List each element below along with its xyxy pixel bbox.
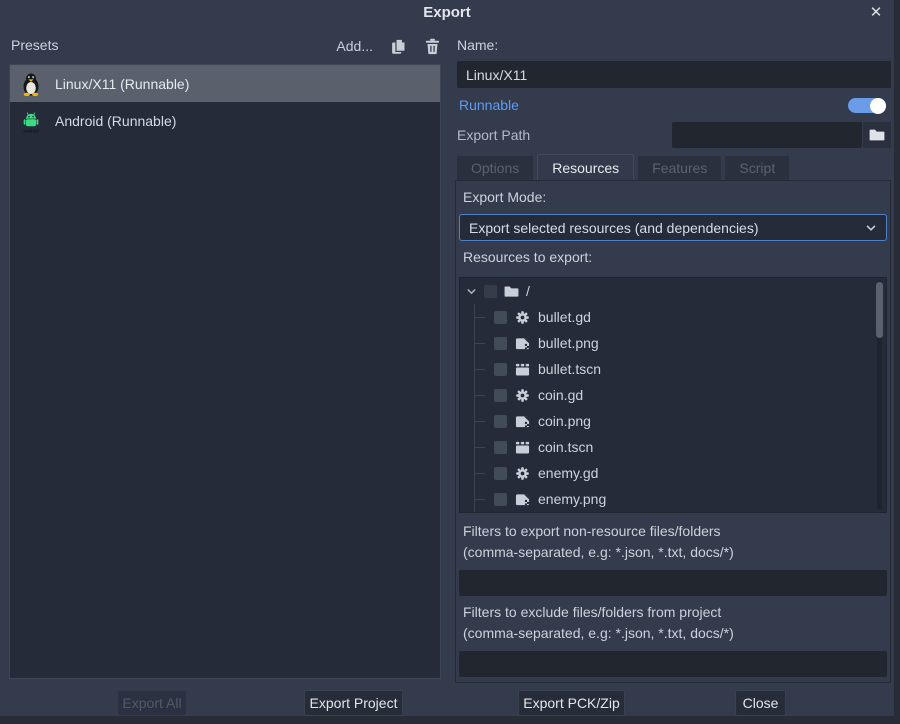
tree-row-label: bullet.png bbox=[538, 335, 599, 351]
tree-row[interactable]: bullet.gd bbox=[460, 304, 886, 330]
name-label: Name: bbox=[457, 37, 498, 53]
image-icon bbox=[515, 414, 530, 429]
runnable-toggle[interactable] bbox=[848, 98, 886, 113]
tree-row[interactable]: coin.gd bbox=[460, 382, 886, 408]
export-project-button[interactable]: Export Project bbox=[304, 690, 403, 716]
folder-icon bbox=[869, 127, 885, 143]
duplicate-icon bbox=[390, 38, 407, 55]
export-mode-label: Export Mode: bbox=[463, 189, 546, 205]
tree-row-label: coin.gd bbox=[538, 387, 583, 403]
tree-row-label: bullet.gd bbox=[538, 309, 591, 325]
scene-icon bbox=[515, 440, 530, 455]
linux-tux-icon bbox=[18, 71, 44, 97]
script-icon bbox=[515, 466, 530, 481]
tree-row[interactable]: coin.png bbox=[460, 408, 886, 434]
android-icon: android bbox=[18, 108, 44, 134]
export-path-input[interactable] bbox=[672, 122, 862, 148]
tree-row[interactable]: coin.tscn bbox=[460, 434, 886, 460]
scrollbar-thumb[interactable] bbox=[876, 282, 883, 338]
checkbox[interactable] bbox=[494, 363, 507, 376]
tree-row[interactable]: bullet.png bbox=[460, 330, 886, 356]
tree-row[interactable]: bullet.tscn bbox=[460, 356, 886, 382]
include-filters-label: Filters to export non-resource files/fol… bbox=[463, 523, 721, 539]
editor-backdrop: Export ✕ Presets Add... bbox=[0, 0, 900, 724]
checkbox[interactable] bbox=[494, 467, 507, 480]
include-filters-hint: (comma-separated, e.g: *.json, *.txt, do… bbox=[463, 544, 734, 560]
svg-text:android: android bbox=[23, 128, 39, 133]
tab-features[interactable]: Features bbox=[638, 156, 721, 181]
resources-to-export-label: Resources to export: bbox=[463, 249, 592, 265]
presets-header: Presets Add... bbox=[11, 37, 441, 55]
checkbox[interactable] bbox=[494, 493, 507, 506]
exclude-filters-input[interactable] bbox=[459, 651, 887, 677]
tab-resources[interactable]: Resources bbox=[537, 154, 634, 181]
presets-list: Linux/X11 (Runnable) android Android (Ru… bbox=[9, 64, 441, 679]
checkbox[interactable] bbox=[494, 441, 507, 454]
tab-options[interactable]: Options bbox=[457, 156, 533, 181]
preset-item-linux[interactable]: Linux/X11 (Runnable) bbox=[10, 65, 440, 102]
close-icon[interactable]: ✕ bbox=[866, 3, 886, 23]
tree-row-label: enemy.gd bbox=[538, 465, 598, 481]
tree-row-label: bullet.tscn bbox=[538, 361, 601, 377]
tree-row-label: coin.png bbox=[538, 413, 591, 429]
image-icon bbox=[515, 492, 530, 507]
close-button[interactable]: Close bbox=[735, 690, 786, 716]
titlebar: Export ✕ bbox=[0, 0, 894, 28]
export-pck-zip-button[interactable]: Export PCK/Zip bbox=[518, 690, 625, 716]
checkbox[interactable] bbox=[494, 415, 507, 428]
toggle-knob bbox=[870, 98, 886, 114]
delete-preset-button[interactable] bbox=[423, 37, 441, 55]
preset-item-label: Linux/X11 (Runnable) bbox=[55, 76, 189, 92]
checkbox[interactable] bbox=[494, 311, 507, 324]
include-filters-input[interactable] bbox=[459, 570, 887, 596]
tree-row-label: enemy.png bbox=[538, 491, 606, 507]
add-preset-button[interactable]: Add... bbox=[336, 38, 373, 54]
export-path-label: Export Path bbox=[457, 127, 530, 143]
folder-icon bbox=[504, 284, 519, 299]
trash-icon bbox=[424, 38, 441, 55]
checkbox[interactable] bbox=[494, 337, 507, 350]
checkbox[interactable] bbox=[494, 389, 507, 402]
tree-row[interactable]: enemy.png bbox=[460, 486, 886, 512]
resource-tree: / bullet.gd bullet.png bullet.tscn coin.… bbox=[459, 277, 887, 513]
export-mode-value: Export selected resources (and dependenc… bbox=[469, 220, 759, 236]
browse-path-button[interactable] bbox=[863, 122, 891, 148]
duplicate-preset-button[interactable] bbox=[389, 37, 407, 55]
script-icon bbox=[515, 310, 530, 325]
tab-bar: Options Resources Features Script bbox=[457, 154, 789, 181]
scene-icon bbox=[515, 362, 530, 377]
tree-expand-icon[interactable] bbox=[466, 286, 477, 297]
dialog-title: Export bbox=[0, 4, 894, 21]
preset-item-android[interactable]: android Android (Runnable) bbox=[10, 102, 440, 139]
tree-row-root[interactable]: / bbox=[460, 278, 886, 304]
tree-row-label: / bbox=[526, 283, 530, 299]
image-icon bbox=[515, 336, 530, 351]
export-dialog: Export ✕ Presets Add... bbox=[0, 0, 894, 716]
exclude-filters-hint: (comma-separated, e.g: *.json, *.txt, do… bbox=[463, 625, 734, 641]
exclude-filters-label: Filters to exclude files/folders from pr… bbox=[463, 604, 721, 620]
presets-label: Presets bbox=[11, 37, 58, 53]
name-input-value: Linux/X11 bbox=[466, 67, 527, 83]
tree-row[interactable]: enemy.gd bbox=[460, 460, 886, 486]
tree-row-label: coin.tscn bbox=[538, 439, 593, 455]
checkbox-root[interactable] bbox=[484, 285, 497, 298]
runnable-label: Runnable bbox=[459, 97, 519, 113]
tab-script[interactable]: Script bbox=[725, 156, 789, 181]
name-input[interactable]: Linux/X11 bbox=[457, 61, 891, 88]
export-all-button[interactable]: Export All bbox=[117, 690, 187, 716]
chevron-down-icon bbox=[865, 222, 877, 234]
export-mode-select[interactable]: Export selected resources (and dependenc… bbox=[459, 214, 887, 241]
script-icon bbox=[515, 388, 530, 403]
preset-item-label: Android (Runnable) bbox=[55, 113, 176, 129]
